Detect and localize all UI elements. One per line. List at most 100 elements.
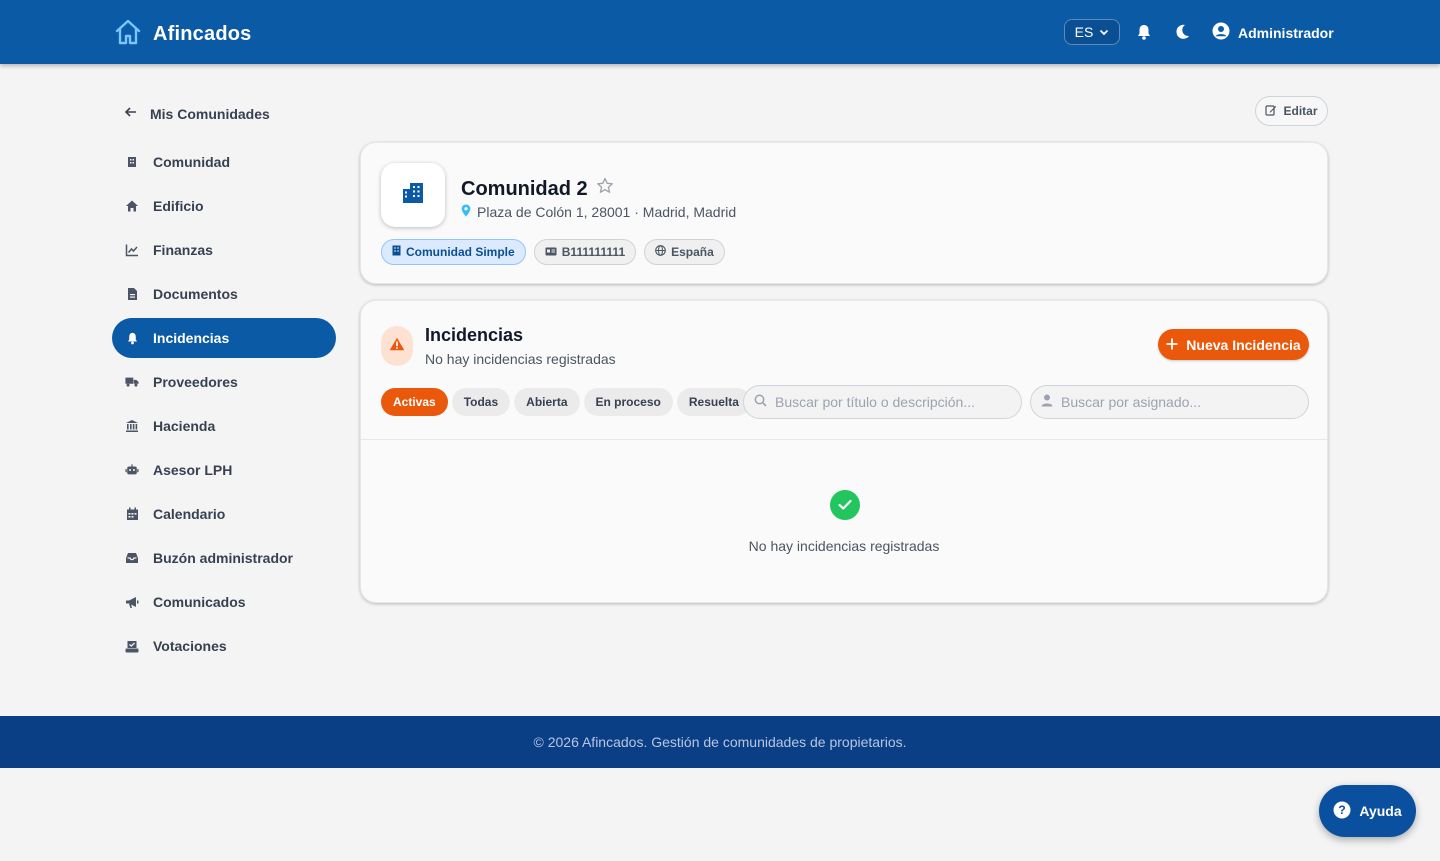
language-value: ES — [1074, 24, 1094, 40]
sidebar-item-label: Incidencias — [153, 330, 230, 346]
dark-mode-moon-icon[interactable] — [1172, 22, 1192, 42]
check-circle-icon — [830, 490, 860, 520]
sidebar-item-label: Comunicados — [153, 594, 246, 610]
sidebar-item-label: Buzón administrador — [153, 550, 294, 566]
megaphone-icon — [125, 595, 139, 609]
search-assignee-placeholder: Buscar por asignado... — [1061, 394, 1202, 410]
sidebar-item-votaciones[interactable]: Votaciones — [112, 626, 336, 666]
map-pin-icon — [461, 204, 471, 220]
brand-link[interactable]: Afincados — [113, 17, 251, 52]
address-text: Plaza de Colón 1, 28001 · Madrid, Madrid — [477, 204, 737, 220]
truck-icon — [125, 375, 139, 389]
sidebar-item-comunicados[interactable]: Comunicados — [112, 582, 336, 622]
user-name: Administrador — [1238, 24, 1334, 41]
robot-icon — [125, 463, 139, 477]
building-icon — [392, 245, 401, 259]
edit-button-label: Editar — [1283, 104, 1318, 118]
sidebar-item-label: Hacienda — [153, 418, 216, 434]
community-chips: Comunidad Simple B111111111 España — [381, 239, 725, 265]
search-assignee-input[interactable]: Buscar por asignado... — [1030, 385, 1309, 419]
chip-label: Comunidad Simple — [406, 245, 515, 259]
incidents-subtitle: No hay incidencias registradas — [425, 351, 616, 367]
favorite-star-icon[interactable] — [596, 177, 614, 201]
document-icon — [125, 287, 139, 301]
back-link-label: Mis Comunidades — [150, 105, 270, 122]
chevron-down-icon — [1099, 24, 1109, 40]
sidebar-item-finanzas[interactable]: Finanzas — [112, 230, 336, 270]
arrow-left-icon — [124, 105, 138, 122]
filter-resuelta[interactable]: Resuelta — [676, 388, 751, 416]
sidebar-item-buzon-administrador[interactable]: Buzón administrador — [112, 538, 336, 578]
filter-abierta[interactable]: Abierta — [514, 388, 580, 416]
sidebar-item-edificio[interactable]: Edificio — [112, 186, 336, 226]
filter-activas[interactable]: Activas — [381, 388, 448, 416]
sidebar-item-asesor-lph[interactable]: Asesor LPH — [112, 450, 336, 490]
search-title-placeholder: Buscar por título o descripción... — [775, 394, 975, 410]
empty-state-text: No hay incidencias registradas — [748, 538, 940, 554]
plus-icon — [1166, 337, 1178, 353]
edit-button[interactable]: Editar — [1255, 96, 1328, 126]
sidebar-item-incidencias[interactable]: Incidencias — [112, 318, 336, 358]
new-incident-button[interactable]: Nueva Incidencia — [1158, 329, 1309, 360]
chip-label: B111111111 — [561, 245, 626, 259]
home-icon — [125, 199, 139, 213]
incidents-card: Incidencias No hay incidencias registrad… — [360, 300, 1328, 603]
community-name: Comunidad 2 — [461, 177, 588, 200]
sidebar-item-documentos[interactable]: Documentos — [112, 274, 336, 314]
house-logo-icon — [113, 17, 143, 52]
bell-icon — [125, 331, 139, 345]
notifications-bell-icon[interactable] — [1134, 22, 1154, 42]
edit-pencil-icon — [1265, 104, 1277, 119]
country-chip: España — [644, 239, 725, 265]
sidebar-item-comunidad[interactable]: Comunidad — [112, 142, 336, 182]
sidebar-item-label: Documentos — [153, 286, 238, 302]
sidebar-nav: Comunidad Edificio Finanzas Documentos I… — [112, 142, 336, 670]
search-title-input[interactable]: Buscar por título o descripción... — [743, 385, 1022, 419]
footer: © 2026 Afincados. Gestión de comunidades… — [0, 716, 1440, 768]
status-filters: Activas Todas Abierta En proceso Resuelt… — [381, 388, 751, 416]
filter-todas[interactable]: Todas — [451, 388, 511, 416]
new-incident-label: Nueva Incidencia — [1186, 336, 1301, 353]
svg-text:?: ? — [1339, 803, 1346, 817]
back-to-communities-link[interactable]: Mis Comunidades — [124, 105, 270, 122]
id-card-icon — [545, 245, 557, 259]
building-icon — [125, 155, 139, 169]
sidebar-item-label: Edificio — [153, 198, 204, 214]
user-menu[interactable]: Administrador — [1212, 22, 1334, 43]
ballot-icon — [125, 639, 139, 653]
incidents-title: Incidencias — [425, 325, 524, 345]
tax-id-chip: B111111111 — [533, 239, 637, 265]
calendar-icon — [125, 507, 139, 521]
search-icon — [754, 394, 767, 410]
language-select[interactable]: ES — [1064, 19, 1120, 45]
bank-icon — [125, 419, 139, 433]
community-logo — [381, 163, 445, 227]
brand-name: Afincados — [153, 23, 252, 45]
help-label: Ayuda — [1359, 803, 1402, 819]
incidents-badge — [381, 326, 413, 366]
sidebar-item-label: Votaciones — [153, 638, 227, 654]
person-icon — [1041, 394, 1053, 410]
chart-line-icon — [125, 243, 139, 257]
sidebar-item-proveedores[interactable]: Proveedores — [112, 362, 336, 402]
sidebar-item-label: Calendario — [153, 506, 226, 522]
sidebar-item-hacienda[interactable]: Hacienda — [112, 406, 336, 446]
warning-triangle-icon — [389, 337, 405, 356]
footer-text: © 2026 Afincados. Gestión de comunidades… — [533, 734, 907, 750]
community-address: Plaza de Colón 1, 28001 · Madrid, Madrid — [461, 204, 736, 220]
filter-en-proceso[interactable]: En proceso — [583, 388, 673, 416]
city-buildings-icon — [401, 182, 425, 209]
sidebar-item-calendario[interactable]: Calendario — [112, 494, 336, 534]
community-type-chip: Comunidad Simple — [381, 239, 526, 265]
sidebar-item-label: Asesor LPH — [153, 462, 233, 478]
help-button[interactable]: ? Ayuda — [1319, 785, 1416, 837]
user-circle-icon — [1212, 22, 1230, 43]
chip-label: España — [671, 245, 714, 259]
globe-icon — [655, 245, 666, 259]
sidebar-item-label: Proveedores — [153, 374, 238, 390]
community-title: Comunidad 2 — [461, 177, 614, 201]
community-card: Comunidad 2 Plaza de Colón 1, 28001 · Ma… — [360, 142, 1328, 284]
sidebar-item-label: Comunidad — [153, 154, 230, 170]
inbox-icon — [125, 551, 139, 565]
divider — [361, 439, 1327, 440]
